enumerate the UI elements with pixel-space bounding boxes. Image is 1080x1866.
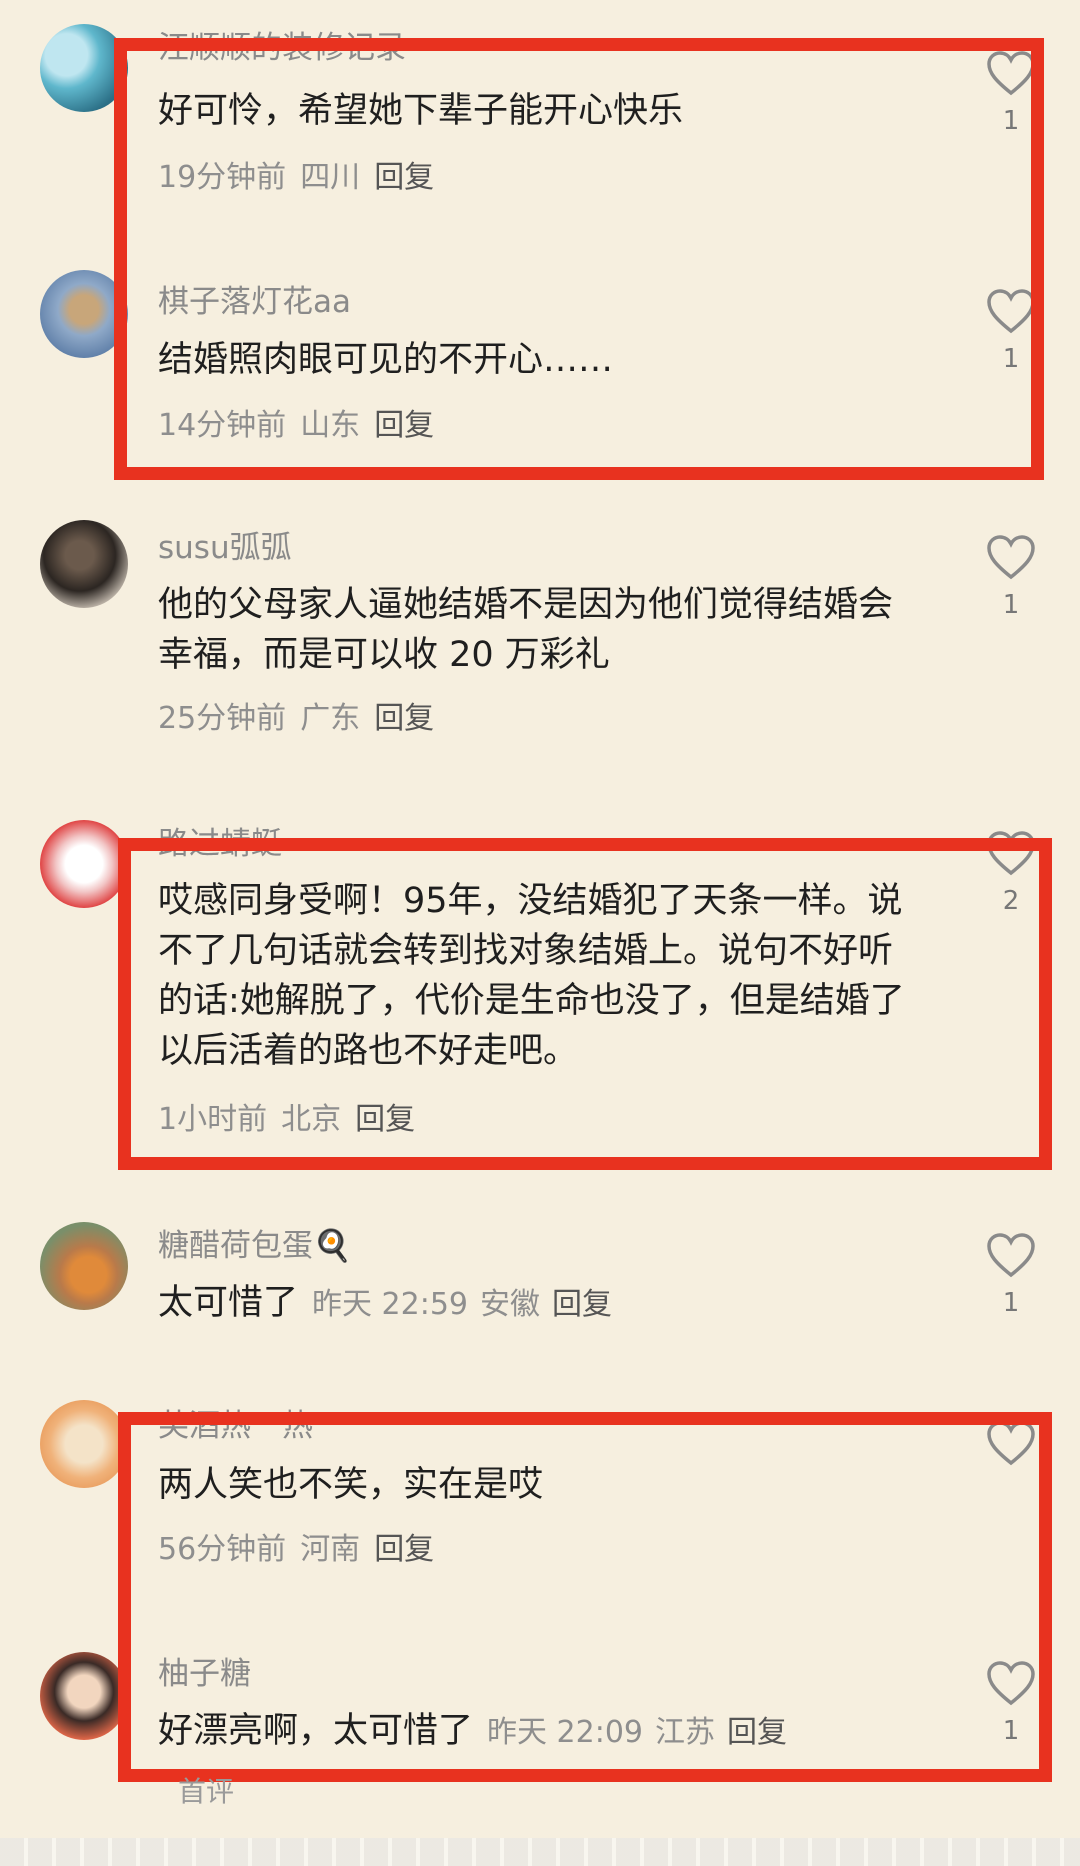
heart-icon (987, 51, 1035, 96)
comment-username[interactable]: 棋子落灯花aa (158, 276, 351, 321)
comment-username[interactable]: 柚子糖 (158, 1648, 251, 1693)
comment-text: 好可怜，希望她下辈子能开心快乐 (158, 91, 684, 131)
comment-text: 太可惜了 昨天 22:59 安徽 回复 (158, 1278, 918, 1330)
comment-location: 河南 (300, 1532, 361, 1567)
comment-time: 14分钟前 (158, 408, 287, 443)
comment-username[interactable]: 芙酒热一热 (158, 1400, 313, 1445)
comment-location: 广东 (300, 701, 361, 736)
heart-icon (987, 1421, 1035, 1466)
comment-text: 结婚照肉眼可见的不开心…… (158, 340, 614, 380)
heart-icon (987, 831, 1035, 876)
like-button[interactable]: 1 (984, 534, 1038, 620)
avatar[interactable] (40, 820, 128, 908)
comment-time: 25分钟前 (158, 701, 287, 736)
avatar[interactable] (40, 1652, 128, 1740)
like-button[interactable]: 1 (984, 50, 1038, 136)
avatar[interactable] (40, 520, 128, 608)
comment-time: 昨天 22:59 (312, 1287, 469, 1322)
like-count: 1 (1002, 1288, 1020, 1318)
comment-meta: 19分钟前 四川 回复 (158, 152, 448, 196)
comment-meta: 昨天 22:59 安徽 回复 (312, 1287, 624, 1322)
reply-button[interactable]: 回复 (355, 1102, 415, 1137)
heart-icon (987, 1661, 1035, 1706)
reply-button[interactable]: 回复 (727, 1715, 787, 1750)
like-count: 1 (1002, 344, 1020, 374)
like-count: 1 (1002, 590, 1020, 620)
comment-meta: 25分钟前 广东 回复 (158, 693, 448, 737)
bottom-watermark-strip (0, 1838, 1080, 1866)
comment-meta: 1小时前 北京 回复 (158, 1094, 429, 1138)
like-button[interactable]: 2 (984, 830, 1038, 916)
like-button[interactable]: 1 (984, 1232, 1038, 1318)
like-count: 1 (1002, 1716, 1020, 1746)
reply-button[interactable]: 回复 (374, 701, 434, 736)
comment-time: 19分钟前 (158, 160, 287, 195)
comment-username[interactable]: 路过蜻蜓 (158, 818, 282, 863)
like-button[interactable]: 1 (984, 1660, 1038, 1746)
like-count: 1 (1002, 106, 1020, 136)
comment-location: 北京 (281, 1102, 342, 1137)
comment-text: 他的父母家人逼她结婚不是因为他们觉得结婚会幸福，而是可以收 20 万彩礼 (158, 585, 894, 675)
comment-text-body: 好漂亮啊，太可惜了 (158, 1711, 474, 1751)
heart-icon (987, 1233, 1035, 1278)
like-button[interactable]: 1 (984, 288, 1038, 374)
comment-meta: 14分钟前 山东 回复 (158, 400, 448, 444)
comment-text: 哎感同身受啊！95年，没结婚犯了天条一样。说不了几句话就会转到找对象结婚上。说句… (158, 881, 905, 1071)
comment-meta: 昨天 22:09 江苏 回复 (487, 1715, 799, 1750)
footer-label: 首评 (178, 1775, 235, 1808)
avatar[interactable] (40, 1222, 128, 1310)
comment-location: 安徽 (480, 1287, 541, 1322)
reply-button[interactable]: 回复 (374, 160, 434, 195)
comment-username[interactable]: 汪顺顺的装修记录 (158, 22, 406, 67)
comment-username[interactable]: 糖醋荷包蛋🍳 (158, 1220, 352, 1265)
comment-text: 两人笑也不笑，实在是哎 (158, 1465, 544, 1505)
comment-location: 山东 (300, 408, 361, 443)
comment-time: 1小时前 (158, 1102, 268, 1137)
heart-icon (987, 289, 1035, 334)
like-count: 2 (1002, 886, 1020, 916)
like-button[interactable] (984, 1420, 1038, 1476)
reply-button[interactable]: 回复 (552, 1287, 612, 1322)
heart-icon (987, 535, 1035, 580)
avatar[interactable] (40, 1400, 128, 1488)
avatar[interactable] (40, 270, 128, 358)
comment-meta: 56分钟前 河南 回复 (158, 1524, 448, 1568)
comment-time: 昨天 22:09 (487, 1715, 644, 1750)
avatar[interactable] (40, 24, 128, 112)
reply-button[interactable]: 回复 (374, 408, 434, 443)
comment-text-body: 太可惜了 (158, 1283, 299, 1323)
comment-text: 好漂亮啊，太可惜了 昨天 22:09 江苏 回复 (158, 1706, 918, 1758)
reply-button[interactable]: 回复 (374, 1532, 434, 1567)
comment-location: 江苏 (655, 1715, 716, 1750)
comment-location: 四川 (300, 160, 361, 195)
comment-username[interactable]: susu弧弧 (158, 522, 292, 567)
comment-time: 56分钟前 (158, 1532, 287, 1567)
